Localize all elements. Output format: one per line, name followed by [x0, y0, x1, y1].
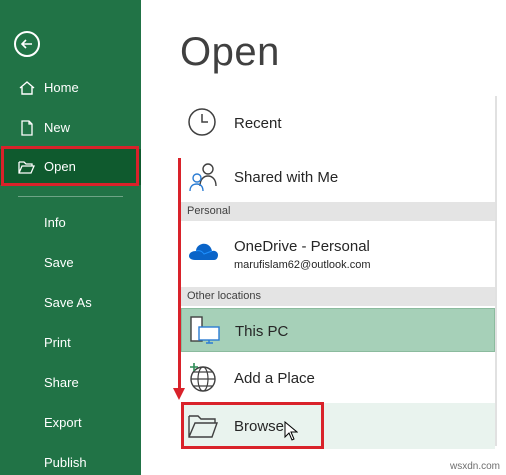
nav-new-label: New — [44, 120, 71, 135]
back-button[interactable] — [14, 31, 40, 57]
globe-icon — [190, 363, 216, 392]
nav-new[interactable]: New — [0, 110, 141, 146]
new-document-icon — [21, 120, 33, 136]
clock-icon — [188, 108, 216, 136]
computer-icon — [190, 316, 220, 344]
people-icon — [189, 163, 217, 192]
browse-highlight-box — [181, 402, 324, 449]
nav-publish-label: Publish — [44, 455, 87, 470]
nav-share[interactable]: Share — [0, 365, 141, 401]
home-icon — [19, 81, 35, 95]
backstage-sidebar: Home New Open Info Save Save As Print Sh… — [0, 0, 141, 475]
annotation-arrow-head — [173, 388, 185, 400]
nav-home[interactable]: Home — [0, 70, 141, 106]
nav-save-as-label: Save As — [44, 295, 92, 310]
location-add-a-place[interactable]: Add a Place — [181, 356, 495, 400]
location-this-pc[interactable]: This PC — [181, 308, 495, 352]
recent-label: Recent — [234, 115, 282, 132]
section-other-locations: Other locations — [181, 287, 495, 306]
nav-publish[interactable]: Publish — [0, 445, 141, 475]
nav-export[interactable]: Export — [0, 405, 141, 441]
open-highlight-box — [1, 146, 139, 186]
section-personal: Personal — [181, 202, 495, 221]
nav-save[interactable]: Save — [0, 245, 141, 281]
location-recent[interactable]: Recent — [181, 100, 495, 146]
this-pc-label: This PC — [235, 323, 289, 340]
sidebar-divider — [18, 196, 123, 197]
onedrive-email: marufislam62@outlook.com — [234, 259, 371, 271]
cloud-icon — [189, 243, 218, 260]
nav-print[interactable]: Print — [0, 325, 141, 361]
onedrive-label: OneDrive - Personal — [234, 238, 370, 255]
page-title: Open — [180, 30, 280, 74]
nav-share-label: Share — [44, 375, 79, 390]
nav-home-label: Home — [44, 80, 79, 95]
annotation-arrow-line — [178, 158, 181, 390]
nav-info[interactable]: Info — [0, 205, 141, 241]
location-shared-with-me[interactable]: Shared with Me — [181, 155, 495, 199]
add-place-label: Add a Place — [234, 370, 315, 387]
nav-print-label: Print — [44, 335, 71, 350]
nav-info-label: Info — [44, 215, 66, 230]
back-arrow-icon — [20, 39, 32, 49]
panel-divider — [495, 96, 497, 446]
nav-save-as[interactable]: Save As — [0, 285, 141, 321]
shared-label: Shared with Me — [234, 169, 339, 186]
location-onedrive[interactable]: OneDrive - Personal marufislam62@outlook… — [181, 226, 495, 282]
nav-export-label: Export — [44, 415, 82, 430]
mouse-cursor-icon — [284, 421, 298, 441]
watermark: wsxdn.com — [449, 461, 500, 472]
nav-save-label: Save — [44, 255, 74, 270]
